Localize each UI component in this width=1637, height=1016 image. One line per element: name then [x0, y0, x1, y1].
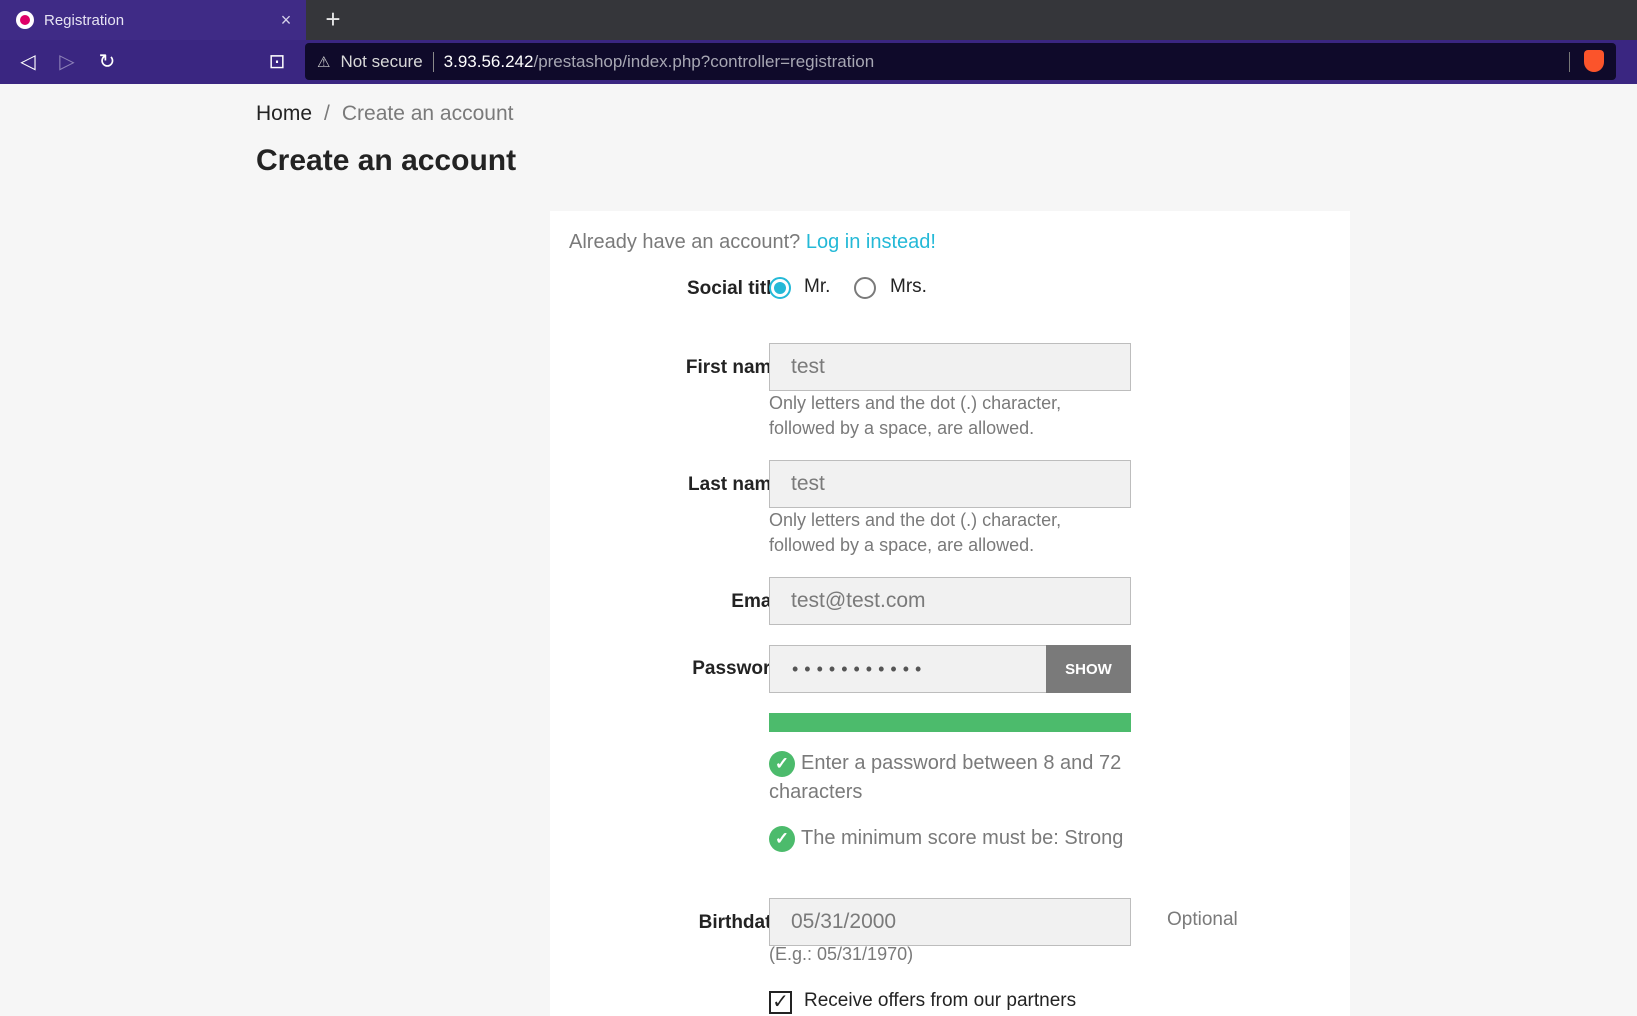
birthdate-input[interactable]: 05/31/2000 — [769, 898, 1131, 946]
password-length-rule: ✓ Enter a password between 8 and 72 chara… — [769, 749, 1139, 807]
password-label: Password — [692, 658, 782, 679]
prestashop-favicon-icon — [16, 11, 34, 29]
breadcrumb-current: Create an account — [341, 102, 514, 125]
mr-radio[interactable] — [769, 277, 791, 299]
birthdate-label: Birthdate — [698, 912, 782, 933]
birthdate-example: (E.g.: 05/31/1970) — [769, 944, 914, 964]
browser-tab-bar: Registration × + — [0, 0, 1637, 40]
already-account-text: Already have an account? Log in instead! — [569, 231, 936, 254]
first-name-help: Only letters and the dot (.) character, … — [769, 391, 1149, 441]
password-input[interactable]: ••••••••••• — [769, 645, 1047, 693]
mrs-radio-label[interactable]: Mrs. — [890, 276, 927, 298]
breadcrumb: Home / Create an account — [256, 102, 513, 126]
page-title: Create an account — [256, 144, 517, 177]
warning-icon: ⚠ — [317, 53, 331, 71]
breadcrumb-separator: / — [324, 102, 330, 125]
birthdate-optional-label: Optional — [1167, 909, 1238, 930]
mrs-radio[interactable] — [854, 277, 876, 299]
first-name-help-line-2: followed by a space, are allowed. — [769, 418, 1035, 438]
first-name-input[interactable]: test — [769, 343, 1131, 391]
brave-shield-icon[interactable] — [1584, 50, 1604, 72]
email-label: Email — [731, 591, 782, 612]
last-name-input[interactable]: test — [769, 460, 1131, 508]
forward-icon[interactable]: ▷ — [53, 48, 81, 76]
address-bar[interactable]: ⚠ Not secure 3.93.56.242 /prestashop/ind… — [305, 43, 1616, 80]
password-score-rule-text: The minimum score must be: Strong — [801, 827, 1124, 849]
address-separator — [432, 51, 434, 72]
already-account-label: Already have an account? — [569, 231, 801, 253]
url-host: 3.93.56.242 — [443, 51, 534, 71]
email-input[interactable]: test@test.com — [769, 577, 1131, 625]
registration-form-card: Already have an account? Log in instead!… — [550, 211, 1350, 1016]
first-name-help-line-1: Only letters and the dot (.) character, — [769, 393, 1062, 413]
password-score-rule: ✓ The minimum score must be: Strong — [769, 824, 1139, 853]
partners-checkbox[interactable]: ✓ — [769, 991, 792, 1014]
back-icon[interactable]: ◁ — [14, 48, 42, 76]
password-length-rule-line-1: Enter a password between 8 and 72 — [801, 752, 1122, 774]
address-divider — [1569, 52, 1570, 72]
check-circle-icon: ✓ — [769, 750, 795, 777]
login-instead-link[interactable]: Log in instead! — [806, 231, 936, 253]
password-length-rule-line-2: characters — [769, 781, 863, 803]
last-name-help-line-1: Only letters and the dot (.) character, — [769, 510, 1062, 530]
reload-icon[interactable]: ↻ — [93, 48, 121, 76]
browser-toolbar: ◁ ▷ ↻ ⊡ ⚠ Not secure 3.93.56.242 /presta… — [0, 40, 1637, 84]
breadcrumb-home[interactable]: Home — [256, 102, 312, 126]
first-name-label: First name — [685, 357, 782, 378]
url-path: /prestashop/index.php?controller=registr… — [533, 51, 875, 71]
last-name-label: Last name — [688, 474, 782, 495]
tab-close-icon[interactable]: × — [266, 10, 306, 31]
last-name-help: Only letters and the dot (.) character, … — [769, 508, 1149, 558]
show-password-button[interactable]: SHOW — [1046, 645, 1131, 693]
bookmark-icon[interactable]: ⊡ — [263, 48, 291, 76]
new-tab-button[interactable]: + — [318, 4, 348, 34]
check-circle-icon: ✓ — [769, 825, 795, 852]
social-title-label: Social title — [686, 278, 782, 299]
mr-radio-label[interactable]: Mr. — [804, 276, 830, 298]
password-strength-bar — [769, 713, 1131, 732]
partners-checkbox-label[interactable]: Receive offers from our partners — [804, 990, 1076, 1012]
last-name-help-line-2: followed by a space, are allowed. — [769, 535, 1035, 555]
browser-tab[interactable]: Registration × — [0, 0, 306, 40]
tab-title: Registration — [44, 11, 125, 29]
not-secure-label[interactable]: Not secure — [340, 52, 422, 72]
